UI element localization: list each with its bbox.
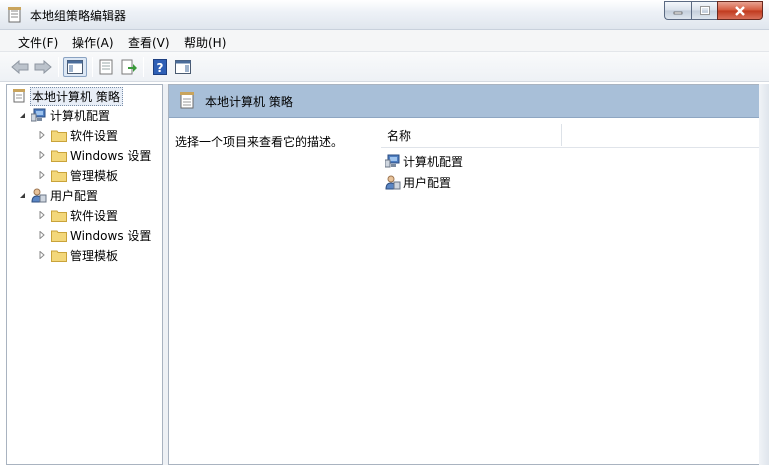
tree-label: 计算机配置	[50, 108, 111, 123]
tree-label: 软件设置	[70, 128, 119, 143]
menu-bar: 文件(F) 操作(A) 查看(V) 帮助(H)	[0, 30, 769, 52]
tree-root[interactable]: 本地计算机 策略	[11, 86, 123, 106]
result-pane-header: 本地计算机 策略	[169, 85, 760, 118]
tree-label: 管理模板	[70, 168, 119, 183]
tree-item-computer-software-settings[interactable]: 软件设置	[37, 126, 118, 144]
svg-text:?: ?	[157, 61, 164, 75]
console-tree: 本地计算机 策略 计算机配置 软件设置 Windows 设置 管理模板 用户配置…	[6, 84, 163, 465]
toolbar-separator	[58, 57, 59, 77]
menu-file[interactable]: 文件(F)	[18, 34, 58, 51]
toolbar: ?	[0, 52, 769, 82]
folder-icon	[51, 247, 67, 263]
tree-item-computer-config[interactable]: 计算机配置	[17, 106, 110, 124]
back-arrow-icon	[11, 60, 29, 74]
export-list-button[interactable]	[119, 57, 139, 77]
toolbar-separator	[92, 57, 93, 77]
column-header-name[interactable]: 名称	[387, 127, 411, 144]
show-hide-action-pane-button[interactable]	[173, 57, 193, 77]
folder-icon	[51, 207, 67, 223]
tree-label: 用户配置	[50, 188, 99, 203]
window-right-edge	[759, 84, 769, 465]
tree-root-label: 本地计算机 策略	[30, 86, 123, 106]
maximize-icon	[699, 6, 710, 15]
folder-icon	[51, 167, 67, 183]
tree-item-computer-windows-settings[interactable]: Windows 设置	[37, 146, 151, 164]
collapse-triangle-icon[interactable]	[17, 190, 27, 200]
policy-document-icon	[180, 92, 194, 112]
tree-item-user-config[interactable]: 用户配置	[17, 186, 98, 204]
menu-help[interactable]: 帮助(H)	[184, 34, 226, 51]
user-config-icon	[385, 174, 401, 190]
column-separator[interactable]	[561, 124, 562, 146]
show-hide-action-pane-icon	[175, 60, 191, 74]
properties-icon	[99, 59, 113, 75]
policy-document-icon	[8, 7, 22, 23]
list-header: 名称	[381, 120, 760, 148]
close-button[interactable]	[717, 1, 763, 20]
help-icon: ?	[153, 59, 167, 75]
forward-button[interactable]	[33, 57, 53, 77]
close-icon	[735, 5, 745, 16]
list-item-user-config[interactable]: 用户配置	[385, 172, 451, 192]
tree-item-user-software-settings[interactable]: 软件设置	[37, 206, 118, 224]
expand-triangle-icon[interactable]	[37, 170, 47, 180]
tree-label: Windows 设置	[70, 228, 152, 243]
computer-config-icon	[31, 107, 47, 123]
window-controls	[664, 1, 763, 20]
result-pane-title: 本地计算机 策略	[205, 95, 293, 109]
user-config-icon	[31, 187, 47, 203]
list-item-label: 计算机配置	[403, 154, 464, 169]
tree-label: Windows 设置	[70, 148, 152, 163]
policy-document-icon	[11, 88, 27, 104]
expand-triangle-icon[interactable]	[37, 230, 47, 240]
tree-item-user-windows-settings[interactable]: Windows 设置	[37, 226, 151, 244]
properties-button[interactable]	[96, 57, 116, 77]
minimize-icon	[673, 11, 683, 14]
show-hide-tree-icon	[67, 60, 83, 74]
expand-triangle-icon[interactable]	[37, 150, 47, 160]
forward-arrow-icon	[34, 60, 52, 74]
tree-item-user-admin-templates[interactable]: 管理模板	[37, 246, 118, 264]
expand-triangle-icon[interactable]	[37, 250, 47, 260]
menu-view[interactable]: 查看(V)	[128, 34, 170, 51]
expand-triangle-icon[interactable]	[37, 210, 47, 220]
folder-icon	[51, 227, 67, 243]
back-button[interactable]	[10, 57, 30, 77]
list-item-computer-config[interactable]: 计算机配置	[385, 151, 463, 171]
minimize-button[interactable]	[664, 1, 691, 20]
menu-action[interactable]: 操作(A)	[72, 34, 114, 51]
window-title: 本地组策略编辑器	[30, 9, 127, 23]
export-list-icon	[121, 59, 137, 75]
list-item-label: 用户配置	[403, 175, 452, 190]
collapse-triangle-icon[interactable]	[17, 110, 27, 120]
folder-icon	[51, 127, 67, 143]
computer-config-icon	[385, 153, 401, 169]
result-pane: 本地计算机 策略 选择一个项目来查看它的描述。 名称 计算机配置 用户配置	[168, 84, 760, 465]
folder-icon	[51, 147, 67, 163]
tree-label: 软件设置	[70, 208, 119, 223]
tree-item-computer-admin-templates[interactable]: 管理模板	[37, 166, 118, 184]
show-hide-tree-button[interactable]	[63, 57, 87, 77]
tree-label: 管理模板	[70, 248, 119, 263]
expand-triangle-icon[interactable]	[37, 130, 47, 140]
item-description: 选择一个项目来查看它的描述。	[175, 135, 344, 149]
maximize-button[interactable]	[691, 1, 717, 20]
title-bar: 本地组策略编辑器	[0, 0, 769, 30]
toolbar-separator	[143, 57, 144, 77]
help-button[interactable]: ?	[150, 57, 170, 77]
